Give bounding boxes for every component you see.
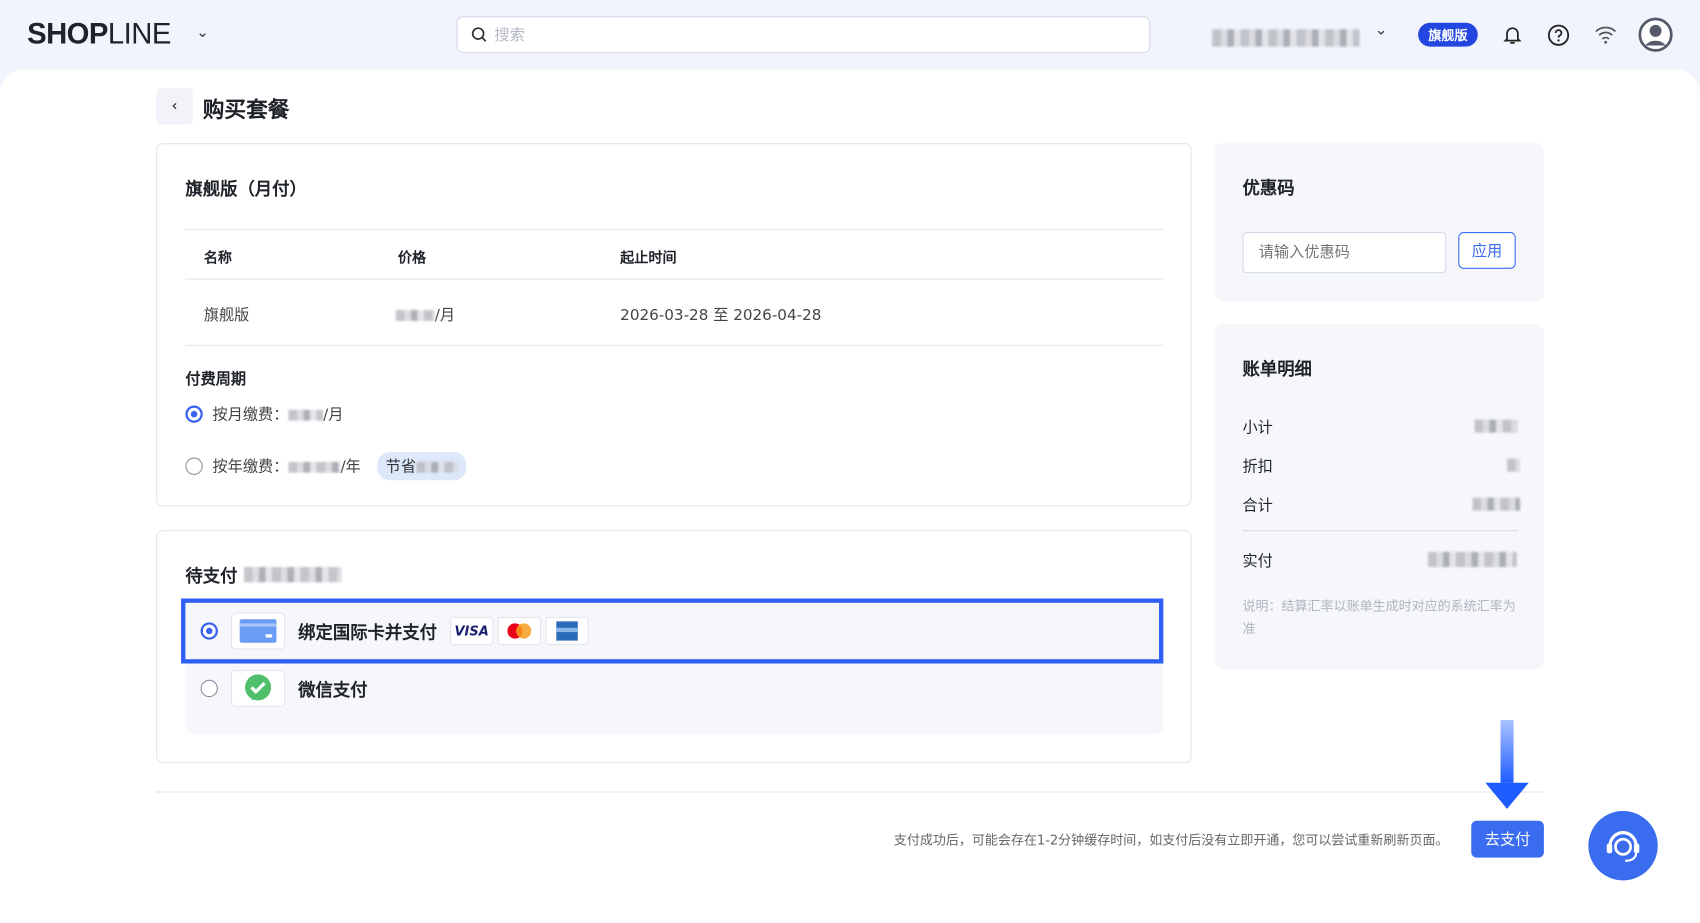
coupon-input[interactable]: [1242, 232, 1447, 274]
back-button[interactable]: ‹: [156, 87, 193, 125]
avatar-icon[interactable]: [1638, 17, 1673, 52]
help-icon[interactable]: [1547, 24, 1570, 47]
wechat-radio[interactable]: [200, 679, 218, 698]
search-icon: [471, 27, 487, 42]
bill-title: 账单明细: [1242, 358, 1312, 380]
save-tag: 节省: [376, 452, 466, 481]
store-switch-chevron-icon[interactable]: ⌄: [1375, 22, 1388, 39]
mastercard-icon: [497, 616, 542, 646]
footer-divider: [156, 791, 1544, 793]
monthly-label: 按月缴费：: [212, 406, 289, 424]
yearly-suffix: /年: [340, 458, 361, 476]
store-name-redacted[interactable]: [1212, 26, 1360, 47]
chevron-left-icon: ‹: [171, 97, 178, 115]
monthly-radio[interactable]: [185, 405, 203, 423]
exchange-note: 说明：结算汇率以账单生成时对应的系统汇率为准: [1242, 598, 1516, 637]
apply-coupon-button[interactable]: 应用: [1458, 232, 1516, 269]
billing-cycle-label: 付费周期: [185, 370, 247, 389]
subtotal-value-redacted: [1474, 419, 1518, 433]
column-price: 价格: [397, 250, 427, 267]
bill-panel: 账单明细 小计 折扣 合计 实付 说明：结算汇率以账单生成时对应的系统汇率为准: [1214, 324, 1544, 669]
bill-divider: [1242, 530, 1518, 532]
payment-notice: 支付成功后，可能会存在1-2分钟缓存时间，如支付后没有立即开通，您可以尝试重新刷…: [893, 832, 1449, 848]
wechat-payment-method[interactable]: 微信支付: [200, 670, 368, 707]
card-radio[interactable]: [200, 622, 218, 640]
arrow-down-icon: [1485, 719, 1529, 809]
logo-thin: LINE: [107, 17, 171, 50]
bell-icon[interactable]: [1502, 24, 1524, 46]
pending-payment: 待支付: [185, 562, 342, 588]
top-bar: SHOPLINE ⌄ 搜索 ⌄ 旗舰版: [0, 0, 1700, 69]
shopline-logo[interactable]: SHOPLINE: [27, 17, 171, 51]
yearly-option[interactable]: 按年缴费： /年 节省: [185, 452, 466, 481]
plan-card: 旗舰版（月付） 名称 价格 起止时间 旗舰版 /月 2026-03-28 至 2…: [156, 143, 1192, 507]
paid-value-redacted: [1427, 551, 1517, 568]
headset-icon: [1606, 831, 1640, 862]
paid-label: 实付: [1242, 552, 1273, 571]
wifi-icon[interactable]: [1594, 25, 1618, 45]
wechat-method-label: 微信支付: [298, 679, 368, 701]
store-chevron-down-icon[interactable]: ⌄: [196, 24, 209, 41]
payment-card: 待支付 绑定国际卡并支付 VISA 微信支付: [156, 530, 1192, 764]
card-method-label: 绑定国际卡并支付: [298, 622, 437, 643]
wechat-pay-icon: [230, 670, 286, 707]
coupon-panel: 优惠码 应用: [1214, 143, 1544, 302]
coupon-title: 优惠码: [1242, 177, 1295, 199]
page-title: 购买套餐: [202, 96, 290, 123]
discount-value-redacted: [1507, 458, 1521, 472]
total-value-redacted: [1472, 497, 1521, 511]
yearly-radio[interactable]: [185, 457, 203, 475]
row-period: 2026-03-28 至 2026-04-28: [620, 306, 822, 325]
monthly-option[interactable]: 按月缴费： /月: [185, 403, 343, 425]
row-price: /月: [395, 304, 456, 326]
plan-badge: 旗舰版: [1418, 22, 1478, 47]
pending-label: 待支付: [185, 565, 238, 587]
credit-card-icon: [230, 612, 286, 650]
yearly-label: 按年缴费：: [212, 458, 289, 476]
visa-icon: VISA: [449, 616, 494, 646]
column-period: 起止时间: [620, 250, 677, 267]
subtotal-label: 小计: [1242, 419, 1273, 437]
pay-button[interactable]: 去支付: [1471, 820, 1544, 858]
search-input[interactable]: 搜索: [456, 16, 1151, 54]
price-suffix: /月: [434, 306, 456, 325]
search-placeholder: 搜索: [494, 27, 525, 45]
column-name: 名称: [203, 250, 233, 267]
plan-title: 旗舰版（月付）: [185, 178, 307, 200]
discount-label: 折扣: [1242, 458, 1273, 476]
row-plan-name: 旗舰版: [203, 306, 250, 325]
total-label: 合计: [1242, 497, 1273, 515]
card-payment-method[interactable]: 绑定国际卡并支付 VISA: [181, 598, 1164, 664]
customer-support-button[interactable]: [1588, 810, 1658, 881]
amex-icon: [545, 616, 589, 646]
logo-bold: SHOP: [27, 17, 108, 50]
monthly-suffix: /月: [323, 406, 344, 424]
main-content: ‹ 购买套餐 旗舰版（月付） 名称 价格 起止时间 旗舰版 /月 2026-03…: [0, 69, 1700, 923]
